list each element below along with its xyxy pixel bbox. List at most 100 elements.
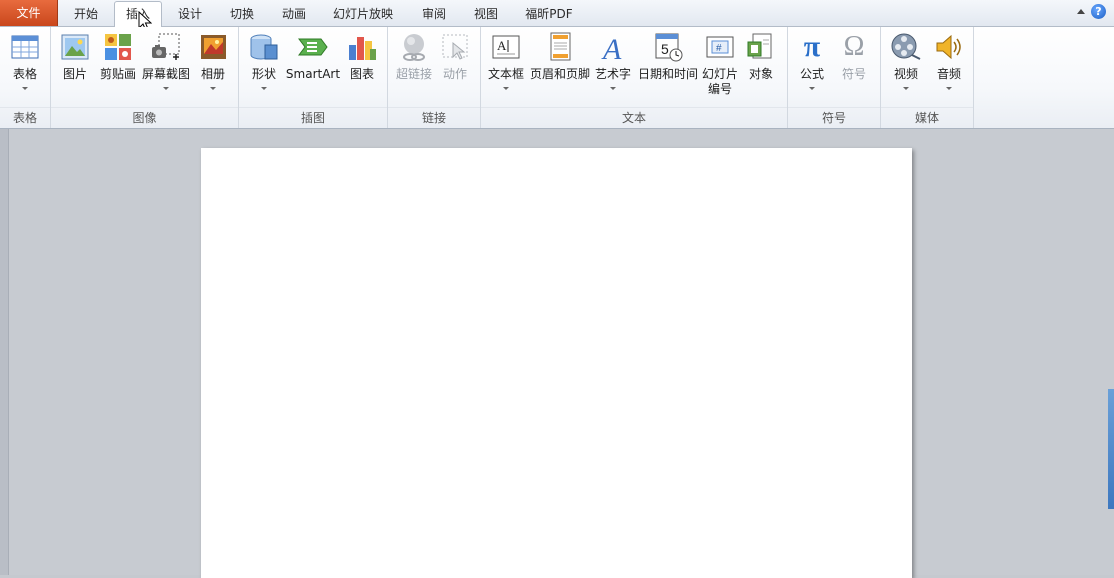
textbox-label: 文本框 — [487, 67, 524, 81]
chevron-down-icon — [946, 87, 952, 90]
pi-icon: π — [803, 30, 821, 63]
window-edge — [1108, 389, 1114, 509]
photo-album-icon — [197, 31, 229, 63]
tab-view[interactable]: 视图 — [462, 2, 510, 26]
group-illustrations: 形状 SmartArt 图表 插图 — [239, 27, 388, 128]
chevron-down-icon — [809, 87, 815, 90]
group-label-links: 链接 — [388, 107, 480, 128]
ribbon-tab-bar: 文件 开始 插入 设计 切换 动画 幻灯片放映 审阅 视图 福昕PDF ? — [0, 0, 1114, 28]
equation-label: 公式 — [799, 67, 824, 81]
group-images: 图片 剪贴画 屏幕截图 相册 图像 — [51, 27, 239, 128]
tab-transitions[interactable]: 切换 — [218, 2, 266, 26]
chevron-down-icon — [210, 87, 216, 90]
shapes-icon — [248, 31, 280, 63]
group-media: 视频 音频 媒体 — [881, 27, 974, 128]
hyperlink-label: 超链接 — [395, 67, 432, 81]
header-footer-button[interactable]: 页眉和页脚 — [529, 31, 591, 82]
chart-icon — [346, 31, 378, 63]
symbol-label: 符号 — [841, 67, 866, 81]
textbox-glyph: A — [497, 38, 507, 53]
object-button[interactable]: 对象 — [743, 31, 779, 82]
group-symbols: π 公式 Ω 符号 符号 — [788, 27, 881, 128]
chevron-down-icon — [503, 87, 509, 90]
audio-label: 音频 — [936, 67, 961, 81]
wordart-glyph: A — [601, 33, 622, 63]
picture-label: 图片 — [62, 67, 87, 81]
chevron-down-icon — [903, 87, 909, 90]
table-button[interactable]: 表格 — [4, 31, 46, 90]
slide-number-icon: # — [704, 31, 736, 63]
tab-animations[interactable]: 动画 — [270, 2, 318, 26]
tab-review[interactable]: 审阅 — [410, 2, 458, 26]
slide-number-button[interactable]: # 幻灯片 编号 — [701, 31, 739, 97]
action-label: 动作 — [442, 67, 467, 81]
hyperlink-icon — [398, 31, 430, 63]
tab-design[interactable]: 设计 — [166, 2, 214, 26]
photo-album-button[interactable]: 相册 — [196, 31, 230, 90]
clipart-icon — [102, 31, 134, 63]
picture-button[interactable]: 图片 — [57, 31, 93, 82]
group-label-tables: 表格 — [0, 107, 50, 128]
group-label-symbols: 符号 — [788, 107, 880, 128]
table-icon — [9, 31, 41, 63]
chevron-down-icon — [163, 87, 169, 90]
film-reel-icon — [890, 31, 922, 63]
video-button[interactable]: 视频 — [887, 31, 925, 90]
minimize-ribbon-icon[interactable] — [1077, 9, 1085, 14]
slide-canvas[interactable] — [201, 148, 912, 578]
hyperlink-button[interactable]: 超链接 — [392, 31, 436, 82]
date-glyph: 5 — [661, 41, 669, 57]
shapes-button[interactable]: 形状 — [245, 31, 283, 90]
action-icon — [439, 31, 471, 63]
action-button[interactable]: 动作 — [438, 31, 472, 82]
tab-home[interactable]: 开始 — [62, 2, 110, 26]
group-text: A 文本框 页眉和页脚 A 艺术字 5 日期和时间 # 幻灯片 编号 对象 文本 — [481, 27, 788, 128]
chart-button[interactable]: 图表 — [345, 31, 379, 82]
tab-slideshow[interactable]: 幻灯片放映 — [325, 2, 401, 26]
textbox-icon: A — [490, 31, 522, 63]
symbol-button[interactable]: Ω 符号 — [836, 31, 872, 82]
smartart-icon — [297, 31, 329, 63]
date-time-button[interactable]: 5 日期和时间 — [637, 31, 699, 82]
date-time-label: 日期和时间 — [637, 67, 698, 81]
slide-number-glyph: # — [716, 43, 722, 54]
slide-number-label-2: 编号 — [707, 82, 732, 96]
group-label-media: 媒体 — [881, 107, 973, 128]
wordart-label: 艺术字 — [594, 67, 631, 81]
slide-editing-area — [0, 129, 1114, 578]
slides-pane-edge[interactable] — [0, 129, 9, 575]
wordart-button[interactable]: A 艺术字 — [593, 31, 633, 90]
calendar-icon: 5 — [652, 31, 684, 63]
clipart-button[interactable]: 剪贴画 — [97, 31, 139, 82]
shapes-label: 形状 — [251, 67, 276, 81]
screenshot-label: 屏幕截图 — [141, 67, 190, 81]
group-label-images: 图像 — [51, 107, 238, 128]
smartart-label: SmartArt — [285, 67, 341, 81]
help-icon[interactable]: ? — [1091, 4, 1106, 19]
chevron-down-icon — [22, 87, 28, 90]
clipart-label: 剪贴画 — [99, 67, 136, 81]
screenshot-button[interactable]: 屏幕截图 — [141, 31, 191, 90]
wordart-icon: A — [597, 31, 629, 66]
smartart-button[interactable]: SmartArt — [285, 31, 341, 82]
equation-button[interactable]: π 公式 — [794, 31, 830, 90]
speaker-icon — [933, 31, 965, 63]
chevron-down-icon — [610, 87, 616, 90]
textbox-button[interactable]: A 文本框 — [486, 31, 526, 90]
chart-label: 图表 — [349, 67, 374, 81]
video-label: 视频 — [893, 67, 918, 81]
tab-foxit-pdf[interactable]: 福昕PDF — [518, 2, 580, 26]
table-label: 表格 — [12, 67, 37, 81]
ribbon-insert: 表格 表格 图片 剪贴画 屏幕截图 相册 图像 形状 SmartArt 图表 插… — [0, 27, 1114, 129]
audio-button[interactable]: 音频 — [931, 31, 967, 90]
header-footer-icon — [544, 31, 576, 63]
slide-number-label-1: 幻灯片 — [701, 67, 738, 81]
group-tables: 表格 表格 — [0, 27, 51, 128]
screenshot-icon — [150, 31, 182, 63]
picture-icon — [59, 31, 91, 63]
object-icon — [745, 31, 777, 63]
group-links: 超链接 动作 链接 — [388, 27, 481, 128]
group-label-text: 文本 — [481, 107, 787, 128]
header-footer-label: 页眉和页脚 — [529, 67, 590, 81]
tab-file[interactable]: 文件 — [0, 0, 58, 26]
